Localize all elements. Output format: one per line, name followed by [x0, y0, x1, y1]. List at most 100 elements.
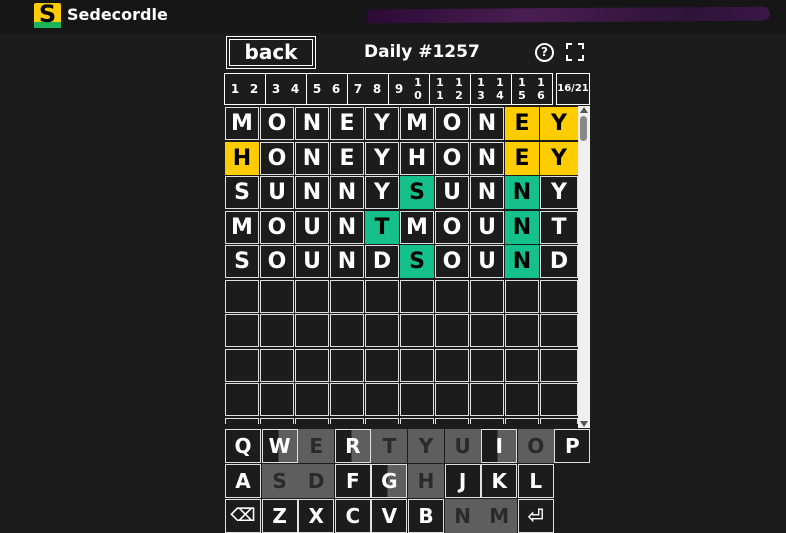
- key-g[interactable]: G: [371, 464, 408, 498]
- key-h[interactable]: H: [408, 464, 444, 498]
- letter-cell: M: [225, 210, 259, 244]
- tab-number-digit: 1: [414, 76, 422, 89]
- empty-cell: [330, 314, 364, 347]
- empty-cell: [295, 279, 329, 313]
- tab-number: 4: [290, 82, 300, 96]
- empty-cell: [260, 417, 294, 424]
- letter-cell: O: [435, 245, 469, 278]
- key-f[interactable]: F: [334, 464, 371, 498]
- letter-cell: O: [435, 107, 469, 140]
- key-t[interactable]: T: [371, 429, 408, 463]
- top-bar: S Sedecordle: [0, 0, 786, 33]
- tab-boards-3-4[interactable]: 34: [265, 73, 307, 105]
- key-w[interactable]: W: [261, 429, 298, 463]
- key-k[interactable]: K: [481, 464, 518, 498]
- tab-number-digit: 5: [518, 89, 526, 102]
- empty-cell: [400, 314, 434, 347]
- empty-cell: [470, 417, 504, 424]
- key-n[interactable]: N: [444, 499, 481, 533]
- app-title: Sedecordle: [67, 5, 168, 24]
- empty-cell: [330, 348, 364, 382]
- key-s[interactable]: S: [261, 464, 298, 498]
- tab-number-digit: 2: [455, 89, 463, 102]
- letter-cell: Y: [540, 107, 578, 140]
- empty-cell: [400, 417, 434, 424]
- key-b[interactable]: B: [408, 499, 444, 533]
- key-l[interactable]: L: [517, 464, 554, 498]
- fullscreen-icon[interactable]: [566, 43, 584, 61]
- scroll-up-arrow-icon[interactable]: [580, 107, 588, 113]
- tab-number: 8: [372, 82, 382, 96]
- tab-number-digit: 1: [436, 76, 444, 89]
- game-board: MONEYMONEYHONEYHONEYSUNNYSUNNYMOUNTMOUNT…: [224, 106, 580, 424]
- letter-cell: U: [260, 176, 294, 209]
- backspace-icon[interactable]: ⌫: [225, 499, 261, 533]
- key-j[interactable]: J: [444, 464, 481, 498]
- key-v[interactable]: V: [371, 499, 408, 533]
- help-icon[interactable]: ?: [535, 43, 554, 62]
- key-c[interactable]: C: [334, 499, 371, 533]
- empty-cell: [225, 314, 259, 347]
- tab-number: 9: [394, 82, 404, 96]
- letter-cell: N: [470, 107, 504, 140]
- tab-boards-13-14[interactable]: 1314: [470, 73, 512, 105]
- scroll-thumb[interactable]: [580, 116, 587, 141]
- empty-cell: [365, 417, 399, 424]
- letter-cell: O: [260, 141, 294, 175]
- tab-number: 6: [331, 82, 341, 96]
- game-panel: back Daily #1257 ? 123456789101112131415…: [224, 33, 591, 533]
- letter-cell: N: [295, 176, 329, 209]
- key-i[interactable]: I: [481, 429, 518, 463]
- letter-cell: O: [435, 210, 469, 244]
- empty-cell: [365, 279, 399, 313]
- key-o[interactable]: O: [517, 429, 554, 463]
- back-button[interactable]: back: [226, 36, 316, 69]
- solved-count: 16/21: [556, 73, 590, 105]
- empty-cell: [470, 314, 504, 347]
- tab-boards-15-16[interactable]: 1516: [511, 73, 553, 105]
- letter-cell: E: [505, 141, 539, 175]
- board-scrollbar[interactable]: [578, 106, 590, 428]
- empty-cell: [470, 348, 504, 382]
- empty-cell: [540, 314, 578, 347]
- tab-boards-9-10[interactable]: 910: [388, 73, 430, 105]
- letter-cell: N: [295, 107, 329, 140]
- key-u[interactable]: U: [444, 429, 481, 463]
- empty-cell: [400, 383, 434, 416]
- key-p[interactable]: P: [554, 429, 591, 463]
- letter-cell: N: [505, 245, 539, 278]
- key-r[interactable]: R: [334, 429, 371, 463]
- letter-cell: O: [435, 141, 469, 175]
- letter-cell: N: [505, 176, 539, 209]
- tab-boards-11-12[interactable]: 1112: [429, 73, 471, 105]
- key-d[interactable]: D: [298, 464, 335, 498]
- letter-cell: O: [260, 210, 294, 244]
- key-y[interactable]: Y: [408, 429, 444, 463]
- empty-cell: [435, 417, 469, 424]
- tab-boards-1-2[interactable]: 12: [224, 73, 266, 105]
- letter-cell: U: [435, 176, 469, 209]
- key-x[interactable]: X: [298, 499, 335, 533]
- scroll-down-arrow-icon[interactable]: [580, 421, 588, 427]
- tab-boards-7-8[interactable]: 78: [347, 73, 389, 105]
- enter-icon[interactable]: ⏎: [517, 499, 554, 533]
- tab-number-digit: 1: [537, 76, 545, 89]
- empty-cell: [330, 279, 364, 313]
- letter-cell: H: [225, 141, 259, 175]
- empty-cell: [540, 279, 578, 313]
- empty-cell: [505, 314, 539, 347]
- empty-cell: [225, 348, 259, 382]
- letter-cell: N: [295, 141, 329, 175]
- empty-cell: [505, 383, 539, 416]
- letter-cell: Y: [365, 107, 399, 140]
- letter-cell: M: [400, 107, 434, 140]
- empty-cell: [295, 417, 329, 424]
- empty-cell: [470, 383, 504, 416]
- key-e[interactable]: E: [298, 429, 335, 463]
- key-q[interactable]: Q: [225, 429, 261, 463]
- key-m[interactable]: M: [481, 499, 518, 533]
- tab-boards-5-6[interactable]: 56: [306, 73, 348, 105]
- key-z[interactable]: Z: [261, 499, 298, 533]
- letter-cell: Y: [540, 141, 578, 175]
- key-a[interactable]: A: [225, 464, 261, 498]
